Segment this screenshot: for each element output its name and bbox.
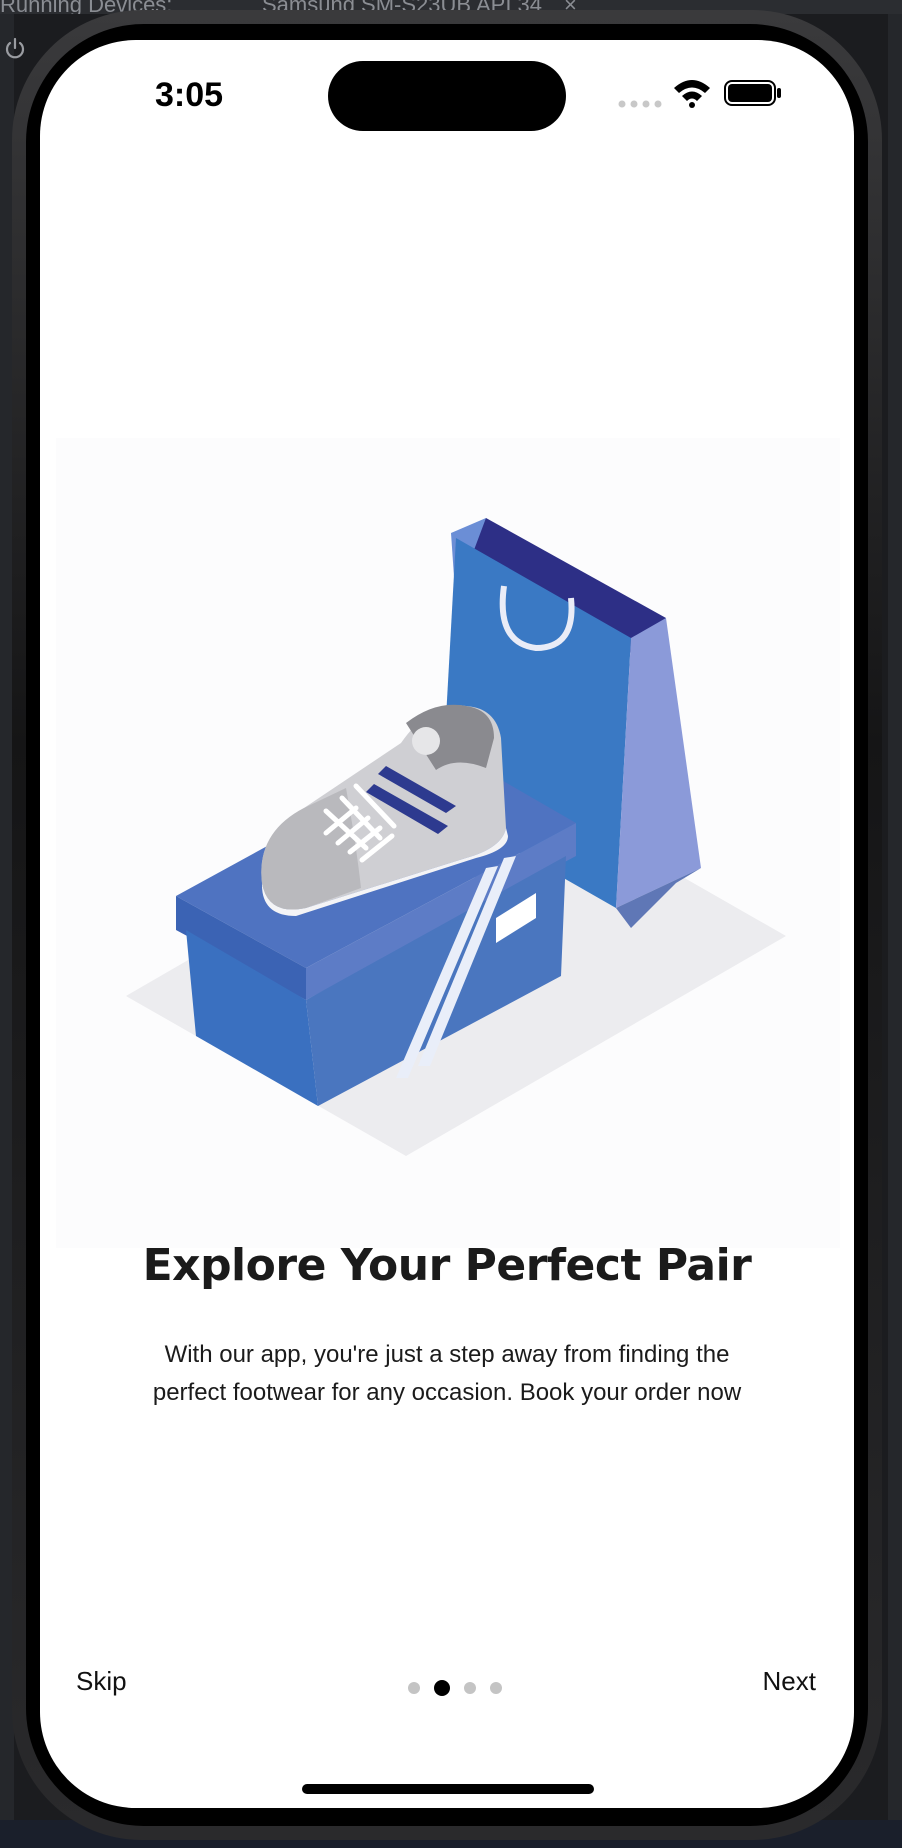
phone-screen: 3:05 Explore Your Perfect Pair With our … bbox=[40, 40, 854, 1808]
skip-button[interactable]: Skip bbox=[76, 1666, 127, 1697]
page-indicator bbox=[408, 1678, 502, 1698]
power-icon[interactable] bbox=[2, 36, 28, 62]
status-time: 3:05 bbox=[155, 76, 224, 114]
page-description: With our app, you're just a step away fr… bbox=[152, 1341, 742, 1406]
home-indicator[interactable] bbox=[302, 1784, 594, 1794]
shoe-box-shopping-bag-illustration bbox=[56, 438, 840, 1248]
dynamic-island bbox=[328, 61, 566, 131]
shoe-tongue bbox=[412, 727, 440, 755]
host-right-rail bbox=[888, 14, 902, 1848]
shoe-toe bbox=[261, 788, 361, 910]
page-dot-3[interactable] bbox=[464, 1682, 476, 1694]
battery-icon bbox=[724, 80, 781, 106]
page-title: Explore Your Perfect Pair bbox=[142, 1240, 752, 1291]
signal-dots-icon bbox=[618, 100, 662, 108]
page-dot-1[interactable] bbox=[408, 1682, 420, 1694]
page-dot-4[interactable] bbox=[490, 1682, 502, 1694]
next-button[interactable]: Next bbox=[763, 1666, 816, 1697]
page-dot-2-active[interactable] bbox=[434, 1680, 450, 1696]
wifi-icon bbox=[674, 80, 710, 108]
